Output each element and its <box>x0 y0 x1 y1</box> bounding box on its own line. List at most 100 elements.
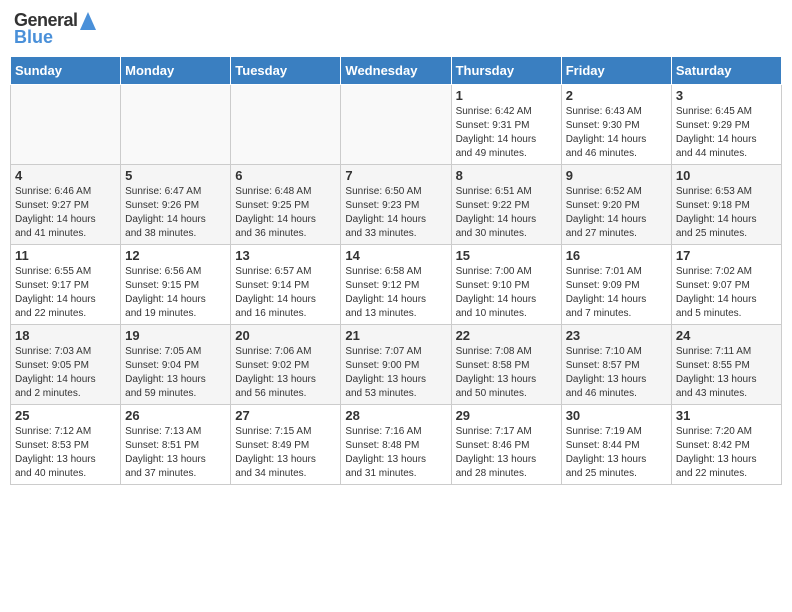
day-info: Sunrise: 6:48 AM Sunset: 9:25 PM Dayligh… <box>235 185 336 241</box>
day-number: 14 <box>345 248 446 263</box>
column-header-monday: Monday <box>121 57 231 85</box>
day-info: Sunrise: 7:13 AM Sunset: 8:51 PM Dayligh… <box>125 425 226 481</box>
day-info: Sunrise: 6:47 AM Sunset: 9:26 PM Dayligh… <box>125 185 226 241</box>
calendar-cell: 2 Sunrise: 6:43 AM Sunset: 9:30 PM Daylig… <box>561 85 671 165</box>
day-number: 5 <box>125 168 226 183</box>
calendar-cell: 25 Sunrise: 7:12 AM Sunset: 8:53 PM Dayli… <box>11 405 121 485</box>
day-info: Sunrise: 6:58 AM Sunset: 9:12 PM Dayligh… <box>345 265 446 321</box>
calendar-cell: 24 Sunrise: 7:11 AM Sunset: 8:55 PM Dayli… <box>671 325 781 405</box>
day-number: 2 <box>566 88 667 103</box>
day-info: Sunrise: 6:45 AM Sunset: 9:29 PM Dayligh… <box>676 105 777 161</box>
calendar-cell: 9 Sunrise: 6:52 AM Sunset: 9:20 PM Daylig… <box>561 165 671 245</box>
calendar-cell: 22 Sunrise: 7:08 AM Sunset: 8:58 PM Dayli… <box>451 325 561 405</box>
calendar-cell: 27 Sunrise: 7:15 AM Sunset: 8:49 PM Dayli… <box>231 405 341 485</box>
day-number: 18 <box>15 328 116 343</box>
day-number: 10 <box>676 168 777 183</box>
calendar-cell: 28 Sunrise: 7:16 AM Sunset: 8:48 PM Dayli… <box>341 405 451 485</box>
calendar-cell: 8 Sunrise: 6:51 AM Sunset: 9:22 PM Daylig… <box>451 165 561 245</box>
calendar-cell: 11 Sunrise: 6:55 AM Sunset: 9:17 PM Dayli… <box>11 245 121 325</box>
calendar-cell <box>231 85 341 165</box>
day-info: Sunrise: 6:43 AM Sunset: 9:30 PM Dayligh… <box>566 105 667 161</box>
day-info: Sunrise: 7:10 AM Sunset: 8:57 PM Dayligh… <box>566 345 667 401</box>
column-header-saturday: Saturday <box>671 57 781 85</box>
calendar-week-1: 1Sunrise: 6:42 AM Sunset: 9:31 PM Daylig… <box>11 85 782 165</box>
day-number: 27 <box>235 408 336 423</box>
day-number: 25 <box>15 408 116 423</box>
calendar-cell: 4Sunrise: 6:46 AM Sunset: 9:27 PM Daylig… <box>11 165 121 245</box>
calendar-cell: 6 Sunrise: 6:48 AM Sunset: 9:25 PM Daylig… <box>231 165 341 245</box>
calendar-cell: 29Sunrise: 7:17 AM Sunset: 8:46 PM Dayli… <box>451 405 561 485</box>
logo: General Blue <box>14 10 96 48</box>
calendar-cell <box>341 85 451 165</box>
calendar-cell: 16 Sunrise: 7:01 AM Sunset: 9:09 PM Dayli… <box>561 245 671 325</box>
day-info: Sunrise: 7:05 AM Sunset: 9:04 PM Dayligh… <box>125 345 226 401</box>
day-number: 30 <box>566 408 667 423</box>
calendar-cell: 1Sunrise: 6:42 AM Sunset: 9:31 PM Daylig… <box>451 85 561 165</box>
day-info: Sunrise: 7:12 AM Sunset: 8:53 PM Dayligh… <box>15 425 116 481</box>
day-info: Sunrise: 7:19 AM Sunset: 8:44 PM Dayligh… <box>566 425 667 481</box>
day-info: Sunrise: 6:55 AM Sunset: 9:17 PM Dayligh… <box>15 265 116 321</box>
day-number: 20 <box>235 328 336 343</box>
calendar-cell: 15 Sunrise: 7:00 AM Sunset: 9:10 PM Dayli… <box>451 245 561 325</box>
day-info: Sunrise: 7:17 AM Sunset: 8:46 PM Dayligh… <box>456 425 557 481</box>
calendar-week-3: 11 Sunrise: 6:55 AM Sunset: 9:17 PM Dayli… <box>11 245 782 325</box>
calendar-cell: 14 Sunrise: 6:58 AM Sunset: 9:12 PM Dayli… <box>341 245 451 325</box>
calendar-cell: 17Sunrise: 7:02 AM Sunset: 9:07 PM Dayli… <box>671 245 781 325</box>
column-header-wednesday: Wednesday <box>341 57 451 85</box>
calendar-week-2: 4Sunrise: 6:46 AM Sunset: 9:27 PM Daylig… <box>11 165 782 245</box>
day-number: 19 <box>125 328 226 343</box>
day-number: 11 <box>15 248 116 263</box>
day-info: Sunrise: 7:08 AM Sunset: 8:58 PM Dayligh… <box>456 345 557 401</box>
day-number: 6 <box>235 168 336 183</box>
day-info: Sunrise: 6:53 AM Sunset: 9:18 PM Dayligh… <box>676 185 777 241</box>
calendar-week-4: 18 Sunrise: 7:03 AM Sunset: 9:05 PM Dayli… <box>11 325 782 405</box>
day-number: 15 <box>456 248 557 263</box>
day-info: Sunrise: 7:11 AM Sunset: 8:55 PM Dayligh… <box>676 345 777 401</box>
calendar-cell: 12 Sunrise: 6:56 AM Sunset: 9:15 PM Dayli… <box>121 245 231 325</box>
calendar-cell: 10 Sunrise: 6:53 AM Sunset: 9:18 PM Dayli… <box>671 165 781 245</box>
day-info: Sunrise: 7:15 AM Sunset: 8:49 PM Dayligh… <box>235 425 336 481</box>
logo-blue: Blue <box>14 27 53 48</box>
day-number: 9 <box>566 168 667 183</box>
day-number: 23 <box>566 328 667 343</box>
column-header-thursday: Thursday <box>451 57 561 85</box>
day-number: 26 <box>125 408 226 423</box>
column-header-tuesday: Tuesday <box>231 57 341 85</box>
day-number: 22 <box>456 328 557 343</box>
day-info: Sunrise: 6:52 AM Sunset: 9:20 PM Dayligh… <box>566 185 667 241</box>
day-number: 16 <box>566 248 667 263</box>
calendar-cell: 18 Sunrise: 7:03 AM Sunset: 9:05 PM Dayli… <box>11 325 121 405</box>
day-number: 8 <box>456 168 557 183</box>
calendar-cell: 5 Sunrise: 6:47 AM Sunset: 9:26 PM Daylig… <box>121 165 231 245</box>
column-header-friday: Friday <box>561 57 671 85</box>
calendar-cell: 7Sunrise: 6:50 AM Sunset: 9:23 PM Daylig… <box>341 165 451 245</box>
day-number: 7 <box>345 168 446 183</box>
logo-triangle-icon <box>80 12 96 30</box>
day-info: Sunrise: 7:01 AM Sunset: 9:09 PM Dayligh… <box>566 265 667 321</box>
day-info: Sunrise: 7:07 AM Sunset: 9:00 PM Dayligh… <box>345 345 446 401</box>
column-header-sunday: Sunday <box>11 57 121 85</box>
calendar-cell: 19 Sunrise: 7:05 AM Sunset: 9:04 PM Dayli… <box>121 325 231 405</box>
calendar-cell: 13Sunrise: 6:57 AM Sunset: 9:14 PM Dayli… <box>231 245 341 325</box>
calendar-cell: 23 Sunrise: 7:10 AM Sunset: 8:57 PM Dayli… <box>561 325 671 405</box>
day-info: Sunrise: 7:20 AM Sunset: 8:42 PM Dayligh… <box>676 425 777 481</box>
day-info: Sunrise: 6:46 AM Sunset: 9:27 PM Dayligh… <box>15 185 116 241</box>
day-info: Sunrise: 6:56 AM Sunset: 9:15 PM Dayligh… <box>125 265 226 321</box>
calendar-cell: 31 Sunrise: 7:20 AM Sunset: 8:42 PM Dayli… <box>671 405 781 485</box>
day-info: Sunrise: 7:02 AM Sunset: 9:07 PM Dayligh… <box>676 265 777 321</box>
day-number: 3 <box>676 88 777 103</box>
day-info: Sunrise: 7:00 AM Sunset: 9:10 PM Dayligh… <box>456 265 557 321</box>
page-header: General Blue <box>10 10 782 48</box>
calendar-cell <box>11 85 121 165</box>
calendar-table: SundayMondayTuesdayWednesdayThursdayFrid… <box>10 56 782 485</box>
day-number: 24 <box>676 328 777 343</box>
day-number: 28 <box>345 408 446 423</box>
day-info: Sunrise: 7:16 AM Sunset: 8:48 PM Dayligh… <box>345 425 446 481</box>
day-number: 31 <box>676 408 777 423</box>
day-number: 12 <box>125 248 226 263</box>
day-info: Sunrise: 6:57 AM Sunset: 9:14 PM Dayligh… <box>235 265 336 321</box>
day-info: Sunrise: 6:51 AM Sunset: 9:22 PM Dayligh… <box>456 185 557 241</box>
day-info: Sunrise: 7:06 AM Sunset: 9:02 PM Dayligh… <box>235 345 336 401</box>
calendar-cell <box>121 85 231 165</box>
day-info: Sunrise: 7:03 AM Sunset: 9:05 PM Dayligh… <box>15 345 116 401</box>
